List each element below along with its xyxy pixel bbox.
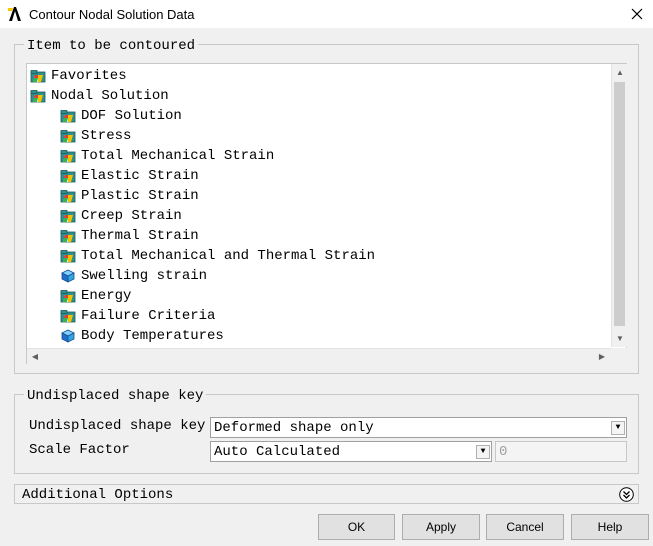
chevron-down-icon: ▼	[476, 444, 490, 459]
scale-factor-input[interactable]: 0	[495, 441, 627, 462]
tree-item[interactable]: Favorites	[30, 66, 127, 86]
scrollbar-corner	[611, 348, 627, 364]
cube-icon	[61, 269, 75, 283]
folder-icon	[60, 310, 76, 323]
tree-item-label: Elastic Strain	[81, 168, 199, 184]
tree-item-label: Plastic Strain	[81, 188, 199, 204]
scroll-up-arrow-icon[interactable]: ▲	[613, 65, 627, 79]
tree-item[interactable]: Thermal Strain	[60, 226, 199, 246]
folder-icon	[60, 150, 76, 163]
cancel-button[interactable]: Cancel	[486, 514, 564, 540]
close-icon	[631, 8, 643, 20]
additional-options-label: Additional Options	[22, 487, 174, 503]
scale-factor-value: Auto Calculated	[214, 443, 341, 460]
scale-factor-select[interactable]: Auto Calculated ▼	[210, 441, 492, 462]
shape-group-legend: Undisplaced shape key	[24, 388, 207, 404]
tree-item[interactable]: Plastic Strain	[60, 186, 199, 206]
window-title: Contour Nodal Solution Data	[29, 7, 195, 22]
tree-viewport: Favorites Nodal Solution DOF Solution Stres…	[27, 64, 610, 347]
chevron-down-icon: ▼	[611, 420, 625, 435]
help-button[interactable]: Help	[571, 514, 649, 540]
close-button[interactable]	[626, 4, 648, 24]
tree-item[interactable]: Swelling strain	[60, 266, 207, 286]
shape-key-value: Deformed shape only	[214, 419, 374, 436]
scroll-left-arrow-icon[interactable]: ◀	[28, 349, 42, 363]
folder-icon	[60, 210, 76, 223]
folder-icon	[60, 230, 76, 243]
shape-key-select[interactable]: Deformed shape only ▼	[210, 417, 627, 438]
tree-item-label: Body Temperatures	[81, 328, 224, 344]
folder-open-icon	[30, 90, 46, 103]
tree-vertical-scrollbar[interactable]: ▲ ▼	[611, 64, 627, 347]
tree-item[interactable]: Elastic Strain	[60, 166, 199, 186]
tree-item[interactable]: DOF Solution	[60, 106, 182, 126]
cube-icon	[61, 329, 75, 343]
tree-item-label: Total Mechanical and Thermal Strain	[81, 248, 376, 264]
item-group-legend: Item to be contoured	[24, 38, 199, 54]
ansys-logo-icon	[7, 6, 23, 22]
scroll-thumb[interactable]	[614, 82, 625, 326]
tree-item-label: Total Mechanical Strain	[81, 148, 275, 164]
tree-item-label: Creep Strain	[81, 208, 182, 224]
scale-factor-label: Scale Factor	[29, 442, 130, 458]
tree-item[interactable]: Nodal Solution	[30, 86, 169, 106]
folder-icon	[30, 70, 46, 83]
tree-item-label: Failure Criteria	[81, 308, 216, 324]
tree-item[interactable]: Creep Strain	[60, 206, 182, 226]
scroll-down-arrow-icon[interactable]: ▼	[613, 331, 627, 345]
tree-item[interactable]: Energy	[60, 286, 131, 306]
tree-item-label: Thermal Strain	[81, 228, 199, 244]
tree-item[interactable]: Total Mechanical and Thermal Strain	[60, 246, 375, 266]
tree-horizontal-scrollbar[interactable]: ◀ ▶	[27, 348, 611, 364]
folder-icon	[60, 190, 76, 203]
folder-icon	[60, 290, 76, 303]
title-bar: Contour Nodal Solution Data	[0, 0, 653, 28]
apply-button[interactable]: Apply	[402, 514, 480, 540]
tree-item-label: Stress	[81, 128, 132, 144]
folder-icon	[60, 250, 76, 263]
tree-item-label: Nodal Solution	[51, 88, 169, 104]
double-chevron-down-icon[interactable]	[619, 487, 634, 502]
folder-icon	[60, 170, 76, 183]
additional-options-bar[interactable]: Additional Options	[14, 484, 639, 504]
scale-factor-input-value: 0	[499, 443, 508, 460]
scroll-right-arrow-icon[interactable]: ▶	[595, 349, 609, 363]
tree-item-label: DOF Solution	[81, 108, 182, 124]
tree-item[interactable]: Body Temperatures	[60, 326, 224, 346]
tree-item-label: Favorites	[51, 68, 127, 84]
tree-item-label: Swelling strain	[81, 268, 208, 284]
folder-icon	[60, 110, 76, 123]
tree-item[interactable]: Total Mechanical Strain	[60, 146, 274, 166]
tree-item-label: Energy	[81, 288, 132, 304]
item-tree[interactable]: Favorites Nodal Solution DOF Solution Stres…	[26, 63, 627, 364]
shape-key-label: Undisplaced shape key	[29, 418, 206, 434]
folder-icon	[60, 130, 76, 143]
tree-item[interactable]: Stress	[60, 126, 131, 146]
tree-item[interactable]: Failure Criteria	[60, 306, 215, 326]
ok-button[interactable]: OK	[318, 514, 395, 540]
